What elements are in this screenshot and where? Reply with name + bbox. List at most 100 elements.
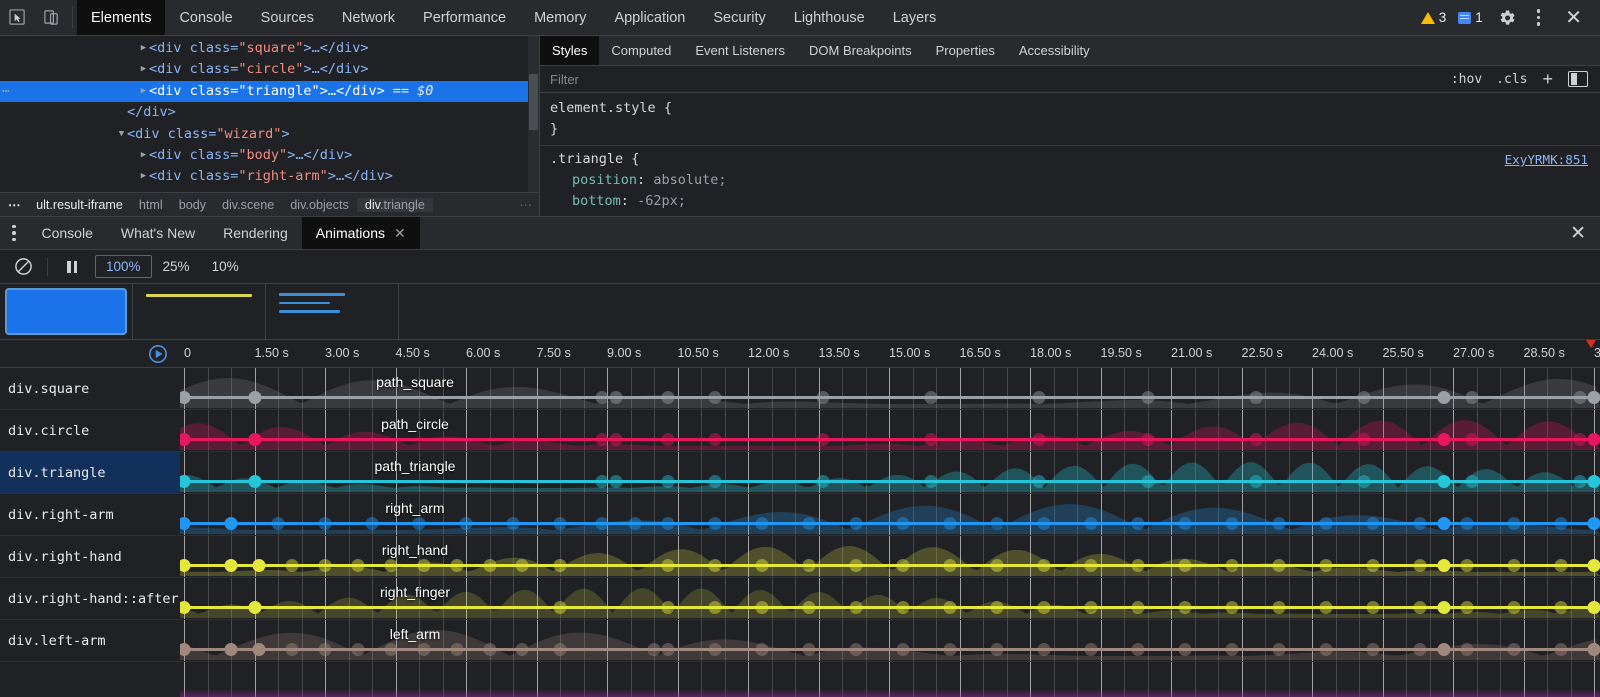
animation-keypoint[interactable] <box>817 433 830 446</box>
animation-keypoint[interactable] <box>413 517 426 530</box>
animation-keypoint[interactable] <box>1132 559 1145 572</box>
animation-keypoint[interactable] <box>803 601 816 614</box>
animation-duration-line[interactable] <box>180 438 1600 441</box>
animation-keypoint[interactable] <box>286 643 299 656</box>
animation-keypoint[interactable] <box>756 517 769 530</box>
dom-node-body[interactable]: ▶ <div class="body">…</div> <box>0 145 539 166</box>
animation-keypoint[interactable] <box>248 391 261 404</box>
expand-arrow-icon[interactable]: ▶ <box>138 81 149 102</box>
animation-keypoint[interactable] <box>709 475 722 488</box>
animation-keypoint[interactable] <box>1085 601 1098 614</box>
animation-keypoint[interactable] <box>1038 601 1051 614</box>
animation-keypoint[interactable] <box>1249 391 1262 404</box>
dom-node-wizard[interactable]: ▼ <div class="wizard"> <box>0 124 539 145</box>
tab-memory[interactable]: Memory <box>520 0 600 35</box>
speed-100[interactable]: 100% <box>95 255 152 278</box>
tab-elements[interactable]: Elements <box>77 0 165 35</box>
animation-keypoint[interactable] <box>925 475 938 488</box>
breadcrumb-item-triangle[interactable]: div.triangle <box>357 198 433 212</box>
animation-keypoint[interactable] <box>1038 559 1051 572</box>
animation-keypoint[interactable] <box>507 517 520 530</box>
animation-keypoint[interactable] <box>516 559 529 572</box>
tab-application[interactable]: Application <box>600 0 699 35</box>
track-label-div-triangle[interactable]: div.triangle <box>0 452 180 494</box>
animation-keypoint[interactable] <box>1367 559 1380 572</box>
animation-keypoint[interactable] <box>248 601 261 614</box>
animation-keypoint[interactable] <box>1273 643 1286 656</box>
animation-keypoint[interactable] <box>351 559 364 572</box>
animation-keypoint[interactable] <box>648 643 661 656</box>
animation-keypoint[interactable] <box>1357 433 1370 446</box>
animation-keypoint[interactable] <box>483 559 496 572</box>
animation-keypoint[interactable] <box>253 559 266 572</box>
animation-keypoint[interactable] <box>596 475 609 488</box>
animation-keypoint[interactable] <box>817 391 830 404</box>
track-row[interactable]: path_square <box>180 368 1600 410</box>
dom-node-right-arm[interactable]: ▶ <div class="right-arm">…</div> <box>0 166 539 187</box>
animation-keypoint[interactable] <box>554 559 567 572</box>
animation-keypoint[interactable] <box>1461 643 1474 656</box>
animation-keypoint[interactable] <box>709 391 722 404</box>
tab-computed[interactable]: Computed <box>599 36 683 65</box>
animation-keypoint[interactable] <box>709 517 722 530</box>
animation-keypoint[interactable] <box>596 391 609 404</box>
animation-keypoint[interactable] <box>1508 559 1521 572</box>
animation-keypoint[interactable] <box>366 517 379 530</box>
animation-keypoint[interactable] <box>1573 391 1586 404</box>
animation-keypoint[interactable] <box>1249 433 1262 446</box>
tab-performance[interactable]: Performance <box>409 0 520 35</box>
expand-arrow-icon[interactable]: ▶ <box>138 59 149 80</box>
tab-security[interactable]: Security <box>699 0 779 35</box>
animation-keypoint[interactable] <box>1273 601 1286 614</box>
animation-keypoint[interactable] <box>596 433 609 446</box>
animation-keypoint[interactable] <box>1588 559 1600 572</box>
animation-keypoint[interactable] <box>1179 517 1192 530</box>
animation-keypoint[interactable] <box>1033 475 1046 488</box>
animation-keypoint[interactable] <box>1414 643 1427 656</box>
animation-keypoint[interactable] <box>662 643 675 656</box>
breadcrumb-item-scene[interactable]: div.scene <box>214 198 282 212</box>
animation-keypoint[interactable] <box>1588 643 1600 656</box>
animation-keypoint[interactable] <box>1367 601 1380 614</box>
toggle-cls-button[interactable]: .cls <box>1490 72 1533 87</box>
animation-keypoint[interactable] <box>610 475 623 488</box>
track-label-div-right-hand-after[interactable]: div.right-hand::after <box>0 578 180 620</box>
animation-keypoint[interactable] <box>1033 391 1046 404</box>
animation-keypoint[interactable] <box>662 433 675 446</box>
animation-keypoint[interactable] <box>225 559 238 572</box>
animation-keypoint[interactable] <box>1508 517 1521 530</box>
drawer-tab-console[interactable]: Console <box>28 217 107 249</box>
breadcrumb-item-html[interactable]: html <box>131 198 171 212</box>
animation-keypoint[interactable] <box>1132 601 1145 614</box>
animation-duration-line[interactable] <box>180 396 1600 399</box>
animation-keypoint[interactable] <box>554 643 567 656</box>
more-options-icon[interactable] <box>1526 9 1552 26</box>
animation-duration-line[interactable] <box>180 606 1600 609</box>
animation-keypoint[interactable] <box>991 517 1004 530</box>
animation-group-cell[interactable] <box>133 284 266 340</box>
animation-keypoint[interactable] <box>384 643 397 656</box>
animation-keypoint[interactable] <box>991 643 1004 656</box>
dom-node-square[interactable]: ▶ <div class="square">…</div> <box>0 38 539 59</box>
animation-keypoint[interactable] <box>1437 475 1450 488</box>
animation-keypoint[interactable] <box>1179 559 1192 572</box>
animation-keypoint[interactable] <box>253 643 266 656</box>
animation-keypoint[interactable] <box>1357 391 1370 404</box>
animation-keypoint[interactable] <box>944 601 957 614</box>
animation-keypoint[interactable] <box>897 517 910 530</box>
animation-keypoint[interactable] <box>1588 433 1600 446</box>
track-label-div-left-arm[interactable]: div.left-arm <box>0 620 180 662</box>
animation-keypoint[interactable] <box>248 475 261 488</box>
rule-selector[interactable]: element.style <box>550 100 656 116</box>
animation-keypoint[interactable] <box>1085 559 1098 572</box>
animation-keypoint[interactable] <box>1465 391 1478 404</box>
animation-keypoint[interactable] <box>1555 559 1568 572</box>
animation-keypoint[interactable] <box>1320 643 1333 656</box>
animation-keypoint[interactable] <box>662 517 675 530</box>
clear-all-icon[interactable] <box>8 254 38 280</box>
animation-keypoint[interactable] <box>944 559 957 572</box>
dom-node-circle[interactable]: ▶ <div class="circle">…</div> <box>0 59 539 80</box>
animation-keypoint[interactable] <box>1461 601 1474 614</box>
animation-keypoint[interactable] <box>1320 517 1333 530</box>
animation-keypoint[interactable] <box>1573 475 1586 488</box>
